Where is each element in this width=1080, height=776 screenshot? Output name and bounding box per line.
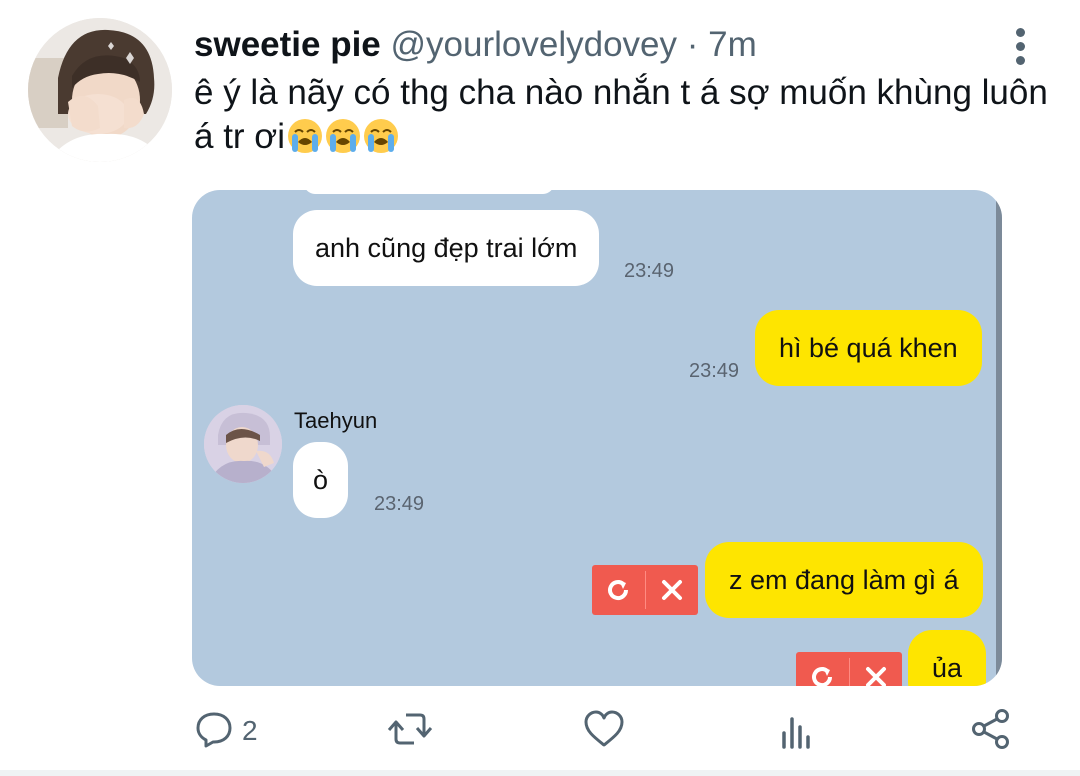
share-button[interactable] <box>970 706 1012 756</box>
tweet[interactable]: sweetie pie @yourlovelydovey · 7m ê ý là… <box>0 0 1080 776</box>
attached-chat-screenshot[interactable]: anh cũng đẹp trai lớm 23:49 hì bé quá kh… <box>192 190 1002 686</box>
views-button[interactable] <box>778 706 818 756</box>
crying-face-emoji-icon <box>325 118 361 154</box>
friend-name: Taehyun <box>294 408 378 433</box>
tweet-time[interactable]: 7m <box>708 25 757 64</box>
cropped-bubble <box>304 190 554 194</box>
retweet-button[interactable] <box>386 706 434 756</box>
reply-icon <box>194 709 234 754</box>
chat-bubble-outgoing: ủa <box>908 630 987 686</box>
reply-button[interactable]: 2 <box>194 706 258 756</box>
delete-icon <box>849 652 902 686</box>
failed-message-controls <box>796 652 902 686</box>
chat-bubble-incoming: anh cũng đẹp trai lớm <box>293 210 600 286</box>
message-timestamp: 23:49 <box>624 260 675 282</box>
like-icon <box>582 709 626 754</box>
views-icon <box>778 709 818 754</box>
crying-face-emoji-icon <box>363 118 399 154</box>
display-name[interactable]: sweetie pie <box>194 25 381 64</box>
failed-message-controls <box>592 565 698 615</box>
more-options-icon[interactable] <box>1008 28 1034 65</box>
divider <box>0 770 1080 776</box>
message-timestamp: 23:49 <box>374 493 425 515</box>
tweet-header: sweetie pie @yourlovelydovey · 7m <box>194 24 757 66</box>
resend-icon <box>796 652 849 686</box>
chat-bubble-incoming: ò <box>293 442 349 518</box>
delete-icon <box>645 565 698 615</box>
crying-face-emoji-icon <box>287 118 323 154</box>
screenshot-edge <box>996 190 1002 686</box>
separator: · <box>686 25 699 64</box>
resend-icon <box>592 565 645 615</box>
share-icon <box>970 708 1012 755</box>
message-timestamp: 23:49 <box>689 360 740 382</box>
tweet-actions: 2 <box>0 706 1080 762</box>
reply-count: 2 <box>242 715 258 746</box>
like-button[interactable] <box>582 706 626 756</box>
friend-avatar <box>204 405 282 483</box>
author-avatar[interactable] <box>28 18 172 162</box>
tweet-text: ê ý là nãy có thg cha nào nhắn t á sợ mu… <box>194 71 1054 159</box>
chat-bubble-outgoing: hì bé quá khen <box>755 310 982 386</box>
chat-bubble-outgoing: z em đang làm gì á <box>705 542 983 618</box>
retweet-icon <box>386 709 434 754</box>
user-handle[interactable]: @yourlovelydovey <box>391 25 678 64</box>
